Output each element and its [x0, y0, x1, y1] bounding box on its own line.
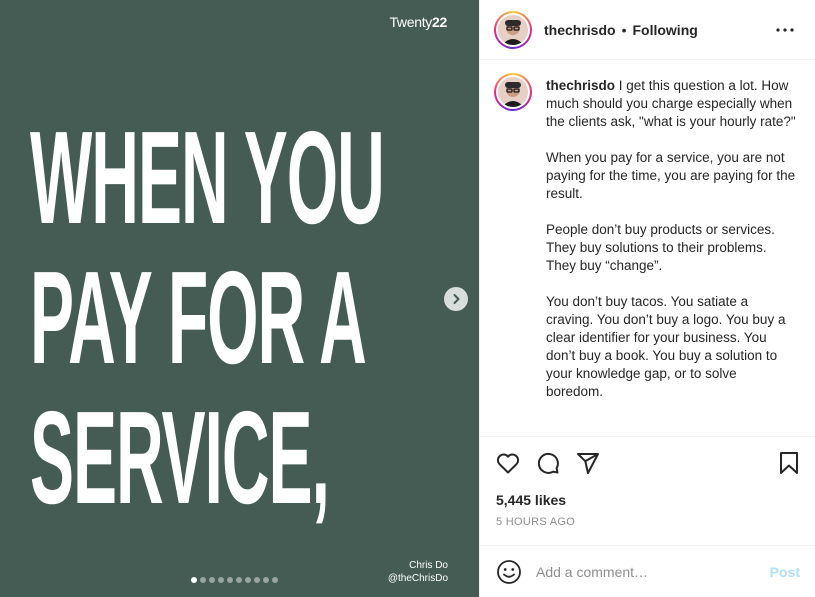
post-timestamp[interactable]: 5 HOURS AGO: [496, 516, 575, 528]
avatar-image: [498, 77, 528, 107]
carousel-dot: [200, 577, 206, 583]
image-credit: Chris Do @theChrisDo: [388, 559, 448, 585]
more-options-icon: [776, 28, 794, 32]
emoji-icon: [497, 560, 521, 584]
carousel-dot: [218, 577, 224, 583]
emoji-button[interactable]: [496, 559, 522, 585]
following-button[interactable]: Following: [632, 22, 697, 38]
separator-dot: •: [621, 21, 627, 38]
carousel-dot: [245, 577, 251, 583]
credit-name: Chris Do: [409, 560, 448, 571]
like-count[interactable]: 5,445 likes: [496, 492, 566, 508]
comment-input[interactable]: [536, 561, 756, 583]
brand-logo: Twenty22: [389, 14, 447, 30]
caption-text: thechrisdo I get this question a lot. Ho…: [546, 77, 796, 401]
comment-button[interactable]: [535, 450, 561, 476]
post-side-panel: thechrisdo • Following thechrisdo I get …: [479, 0, 815, 597]
headline-line: WHEN YOU: [30, 104, 385, 251]
caption-username[interactable]: thechrisdo: [546, 78, 615, 93]
save-button[interactable]: [776, 450, 802, 476]
carousel-dot: [191, 577, 197, 583]
bookmark-icon: [780, 452, 798, 474]
like-button[interactable]: [495, 450, 521, 476]
avatar[interactable]: [494, 10, 532, 49]
carousel-dot: [227, 577, 233, 583]
avatar[interactable]: [494, 73, 532, 111]
share-icon: [577, 453, 599, 474]
headline-line: PAY FOR A: [30, 244, 367, 391]
carousel-dot: [272, 577, 278, 583]
comment-bar: Post: [480, 545, 815, 597]
credit-handle: @theChrisDo: [387, 573, 448, 584]
carousel-dot: [263, 577, 269, 583]
carousel-indicator: [191, 577, 278, 583]
carousel-dot: [254, 577, 260, 583]
caption-section: thechrisdo I get this question a lot. Ho…: [480, 61, 815, 437]
header-username[interactable]: thechrisdo: [544, 22, 616, 38]
post-comment-button[interactable]: Post: [770, 564, 800, 580]
caption-body: I get this question a lot. How much shou…: [546, 78, 796, 399]
carousel-dot: [236, 577, 242, 583]
comment-icon: [537, 452, 559, 474]
post-headline: WHEN YOU PAY FOR A SERVICE,: [30, 104, 385, 531]
next-slide-button[interactable]: [444, 287, 468, 311]
heart-icon: [496, 453, 520, 474]
avatar-image: [498, 14, 528, 45]
share-button[interactable]: [575, 450, 601, 476]
more-options-button[interactable]: [775, 20, 795, 40]
action-bar: [480, 450, 815, 476]
post-header: thechrisdo • Following: [480, 0, 815, 60]
headline-line: SERVICE,: [30, 384, 330, 531]
carousel-dot: [209, 577, 215, 583]
post-image[interactable]: Twenty22 WHEN YOU PAY FOR A SERVICE, Chr…: [0, 0, 479, 597]
chevron-right-icon: [453, 294, 460, 304]
